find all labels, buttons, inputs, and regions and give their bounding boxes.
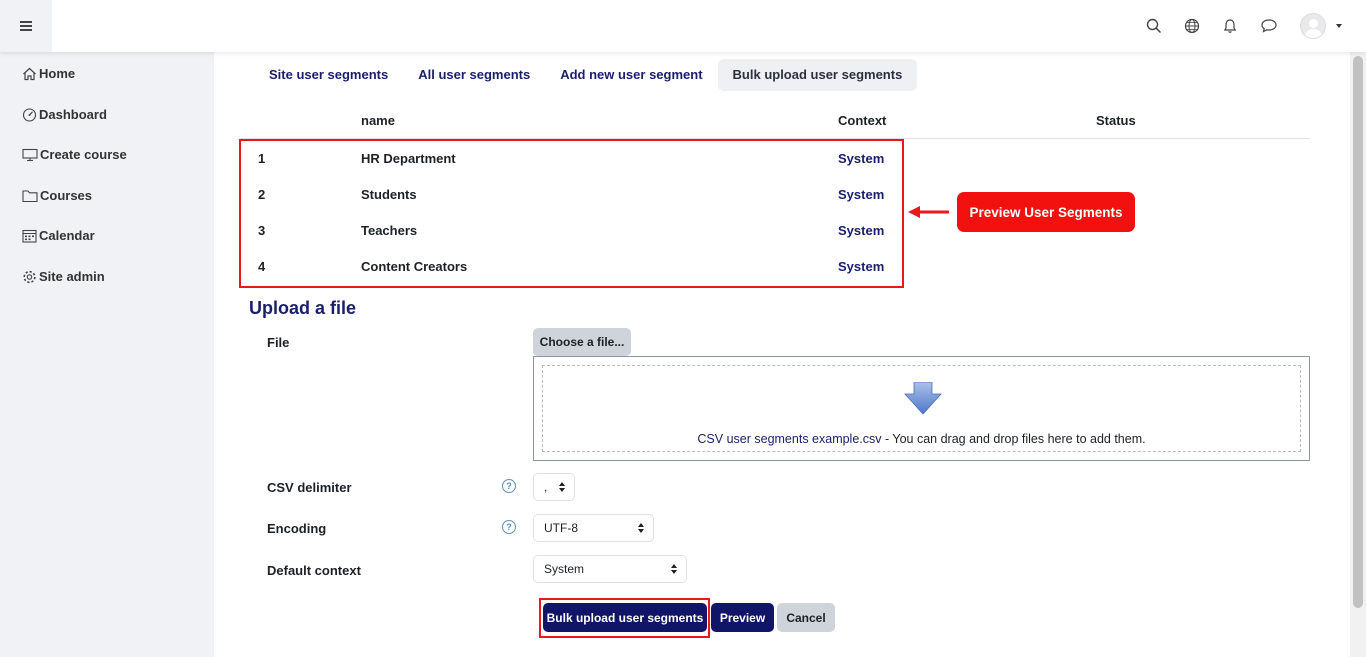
select-arrows-icon [671, 564, 677, 574]
select-arrows-icon [638, 523, 644, 533]
nav-icons [1146, 0, 1342, 52]
user-menu[interactable] [1300, 13, 1342, 39]
dropzone-hint: - You can drag and drop files here to ad… [881, 432, 1146, 446]
tab-site-user-segments[interactable]: Site user segments [254, 59, 403, 91]
folder-icon [22, 189, 38, 202]
tab-bar: Site user segments All user segments Add… [254, 59, 918, 91]
sidebar: Home Dashboard Create course Courses Cal… [0, 52, 214, 657]
sidebar-item-dashboard[interactable]: Dashboard [22, 107, 107, 122]
globe-icon[interactable] [1184, 18, 1200, 34]
chat-icon[interactable] [1260, 18, 1278, 34]
tab-add-new-user-segment[interactable]: Add new user segment [545, 59, 717, 91]
csv-delimiter-select[interactable]: , [533, 473, 575, 501]
sidebar-item-site-admin[interactable]: Site admin [22, 269, 105, 284]
choose-file-button[interactable]: Choose a file... [533, 328, 631, 356]
calendar-icon [22, 229, 37, 243]
file-dropzone[interactable]: CSV user segments example.csv - You can … [533, 356, 1310, 461]
tab-all-user-segments[interactable]: All user segments [403, 59, 545, 91]
preview-button[interactable]: Preview [711, 603, 774, 632]
select-arrows-icon [559, 482, 565, 492]
encoding-label: Encoding [267, 521, 327, 536]
top-navbar [0, 0, 1366, 52]
chevron-down-icon [1336, 24, 1342, 28]
sidebar-item-create-course[interactable]: Create course [22, 147, 127, 162]
drawer-toggle-button[interactable] [0, 0, 52, 52]
tab-bulk-upload-user-segments[interactable]: Bulk upload user segments [717, 59, 918, 91]
help-icon[interactable]: ? [502, 479, 516, 493]
dashboard-icon [22, 107, 37, 122]
preview-highlight-box [239, 139, 904, 288]
csv-delimiter-label: CSV delimiter [267, 480, 352, 495]
sidebar-item-label: Site admin [39, 269, 105, 284]
sidebar-item-home[interactable]: Home [22, 66, 75, 81]
avatar [1300, 13, 1326, 39]
arrow-left-icon [908, 206, 949, 218]
search-icon[interactable] [1146, 18, 1162, 34]
bell-icon[interactable] [1222, 18, 1238, 34]
sidebar-item-label: Courses [40, 188, 93, 203]
sidebar-item-label: Calendar [39, 228, 95, 243]
cancel-button[interactable]: Cancel [777, 603, 835, 632]
column-header-context[interactable]: Context [838, 113, 886, 128]
dropzone-text: CSV user segments example.csv - You can … [543, 432, 1300, 446]
scrollbar-thumb[interactable] [1353, 56, 1363, 608]
default-context-value: System [544, 562, 585, 576]
gear-icon [23, 270, 36, 283]
download-arrow-icon [904, 382, 942, 415]
bulk-upload-highlight-box [539, 598, 710, 638]
hamburger-icon [20, 21, 32, 31]
sidebar-item-label: Home [39, 66, 76, 81]
sidebar-item-label: Create course [40, 147, 127, 162]
sidebar-item-label: Dashboard [39, 107, 107, 122]
preview-callout: Preview User Segments [957, 192, 1135, 232]
sidebar-item-calendar[interactable]: Calendar [22, 228, 95, 243]
default-context-select[interactable]: System [533, 555, 687, 583]
csv-delimiter-value: , [544, 480, 548, 494]
column-header-name[interactable]: name [361, 113, 395, 128]
home-icon [23, 67, 36, 80]
dropzone-filename[interactable]: CSV user segments example.csv [697, 432, 881, 446]
monitor-icon [22, 148, 38, 161]
encoding-value: UTF-8 [544, 521, 578, 535]
scrollbar[interactable] [1350, 0, 1366, 657]
column-header-status[interactable]: Status [1096, 113, 1136, 128]
table-header: name Context Status [240, 110, 1310, 139]
file-label: File [267, 335, 290, 350]
encoding-select[interactable]: UTF-8 [533, 514, 654, 542]
sidebar-item-courses[interactable]: Courses [22, 188, 92, 203]
section-title: Upload a file [249, 298, 357, 318]
default-context-label: Default context [267, 563, 361, 578]
help-icon[interactable]: ? [502, 520, 516, 534]
dropzone-border: CSV user segments example.csv - You can … [542, 365, 1301, 452]
